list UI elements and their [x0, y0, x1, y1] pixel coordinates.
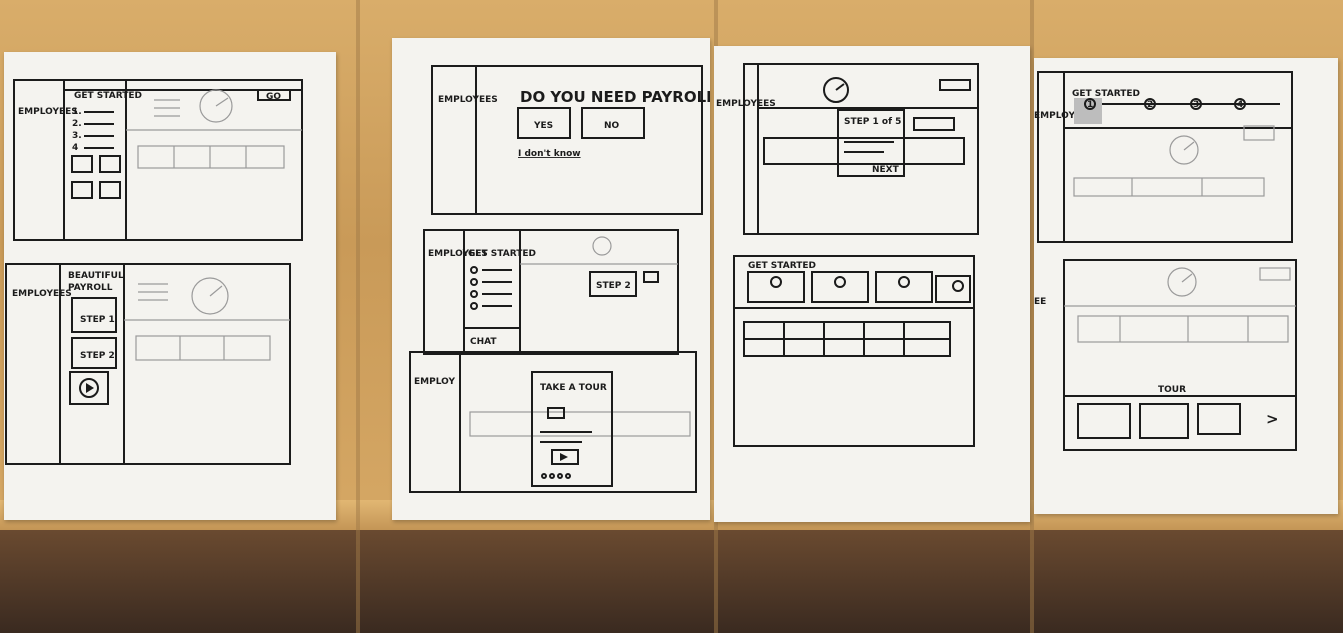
yes-label: YES — [533, 121, 553, 131]
list-num: 1. — [72, 107, 82, 117]
paper-sheet-1: EMPLOYEES GET STARTED 1. 2. 3. 4 GO EMPL… — [4, 52, 336, 520]
sketch-take-a-tour: EMPLOY TAKE A TOUR — [409, 351, 697, 493]
paper-sheet-4: EMPLOYEES GET STARTED 1 2 3 4 EE TOUR > — [1034, 58, 1338, 514]
no-label: NO — [604, 121, 620, 131]
sketch-sheet-1: EMPLOYEES GET STARTED 1. 2. 3. 4 GO EMPL… — [5, 79, 303, 465]
sketch-title: GET STARTED — [748, 261, 816, 271]
sidebar-label: EMPLOYEES — [12, 289, 72, 299]
step-num: 4 — [1237, 100, 1243, 110]
sketch-get-started: EMPLOYEES GET STARTED 1. 2. 3. 4 GO — [13, 79, 303, 241]
go-label: GO — [266, 92, 281, 102]
sidebar-label: EMPLOYEES — [438, 95, 498, 105]
tour-label: TOUR — [1158, 385, 1186, 395]
floor-shadow — [0, 530, 1343, 633]
step-label: STEP 1 — [80, 315, 115, 325]
list-num: 3. — [72, 131, 82, 141]
carousel-next-arrow[interactable]: > — [1266, 410, 1279, 428]
sketch-sheet-3: EMPLOYEES STEP 1 of 5 NEXT GET STARTED — [716, 63, 979, 447]
payroll-question: DO YOU NEED PAYROLL? — [520, 88, 710, 106]
sketch-sheet-2: EMPLOYEES DO YOU NEED PAYROLL? YES NO I … — [409, 65, 724, 493]
sketch-get-started-stepper: EMPLOYEES GET STARTED 1 2 3 4 — [1034, 71, 1293, 243]
sidebar-label: EE — [1034, 297, 1046, 307]
paper-sheet-2: EMPLOYEES DO YOU NEED PAYROLL? YES NO I … — [392, 38, 724, 520]
sketch-title: BEAUTIFUL — [68, 271, 124, 281]
next-label[interactable]: NEXT — [872, 165, 900, 175]
step-label: STEP 2 — [596, 281, 631, 291]
sketch-get-started-chat: EMPLOYEES GET STARTED CHAT STEP 2 — [423, 229, 679, 355]
step-counter: STEP 1 of 5 — [844, 117, 901, 127]
step-label: STEP 2 — [80, 351, 115, 361]
photo-scene: EMPLOYEES GET STARTED 1. 2. 3. 4 GO EMPL… — [0, 0, 1343, 633]
dont-know-link[interactable]: I don't know — [518, 149, 581, 159]
paper-sheet-3: EMPLOYEES STEP 1 of 5 NEXT GET STARTED — [714, 46, 1030, 522]
sketch-title: GET STARTED — [468, 249, 536, 259]
photo-seam — [356, 0, 360, 633]
sketch-title: GET STARTED — [1072, 89, 1140, 99]
list-num: 4 — [72, 143, 78, 153]
sidebar-label: EMPLOYEES — [18, 107, 78, 117]
sketch-step-one-of-five: EMPLOYEES STEP 1 of 5 NEXT — [716, 63, 979, 235]
sidebar-label: EMPLOY — [414, 377, 455, 387]
tour-title: TAKE A TOUR — [540, 383, 607, 393]
step-num: 2 — [1147, 100, 1153, 110]
sketch-get-started-cards: GET STARTED — [733, 255, 975, 447]
sketch-beautiful-payroll: EMPLOYEES BEAUTIFUL PAYROLL STEP 1 STEP … — [5, 263, 291, 465]
chat-label[interactable]: CHAT — [470, 337, 497, 347]
sketch-tour-carousel: EE TOUR > — [1034, 259, 1297, 451]
sketch-title: PAYROLL — [68, 283, 113, 293]
sketch-payroll-question: EMPLOYEES DO YOU NEED PAYROLL? YES NO I … — [431, 65, 724, 215]
sketch-sheet-4: EMPLOYEES GET STARTED 1 2 3 4 EE TOUR > — [1034, 71, 1297, 451]
step-num: 1 — [1087, 100, 1093, 110]
list-num: 2. — [72, 119, 82, 129]
sketch-title: GET STARTED — [74, 91, 142, 101]
step-num: 3 — [1193, 100, 1199, 110]
